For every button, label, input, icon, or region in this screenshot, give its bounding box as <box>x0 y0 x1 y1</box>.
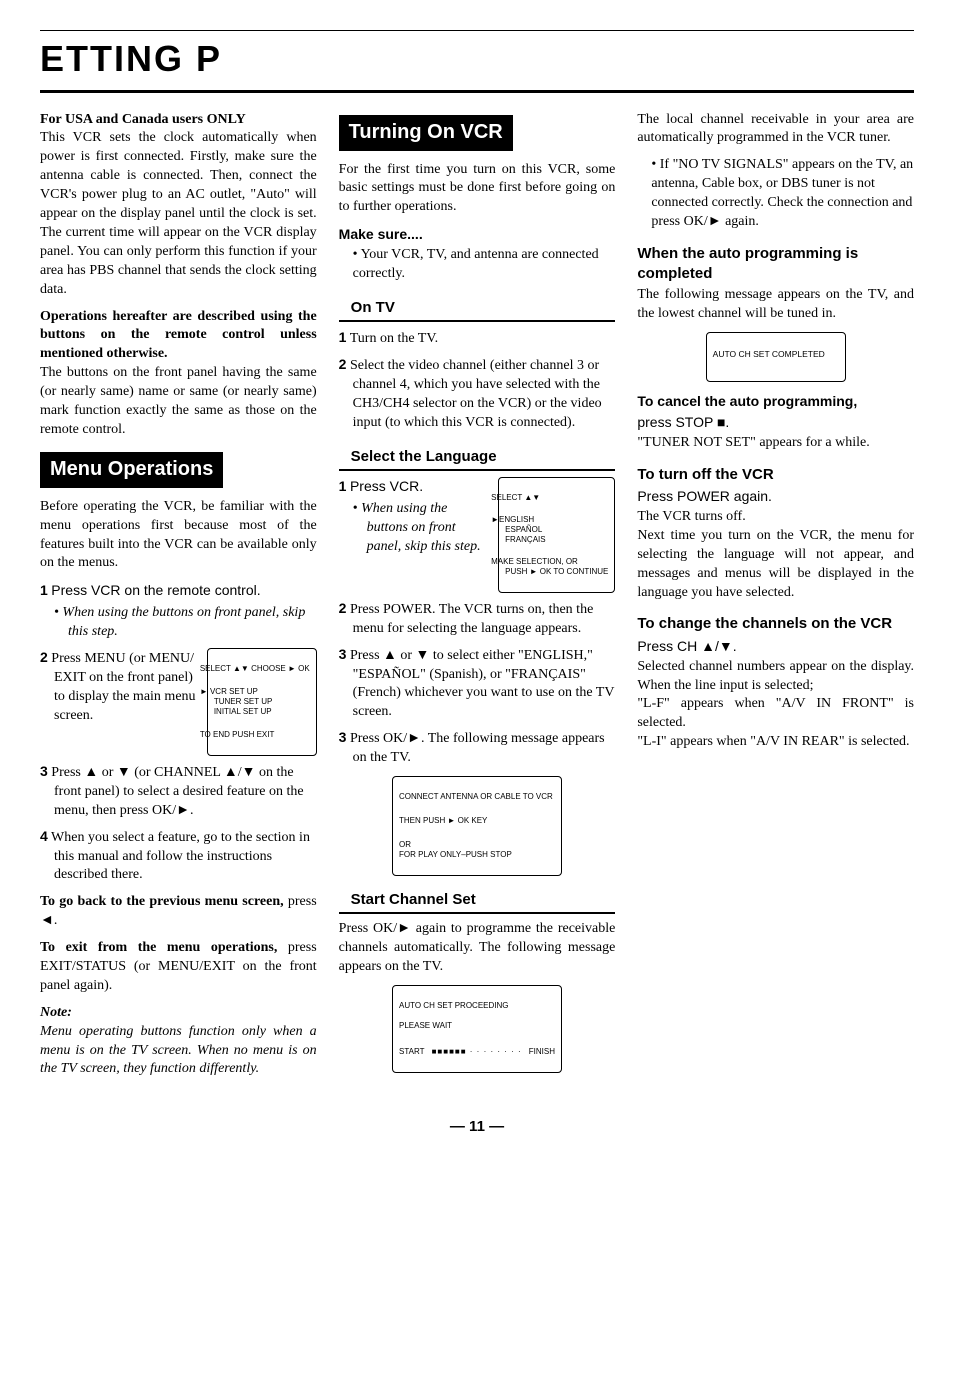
menu-step-2: 2 Press MENU (or MENU/ EXIT on the front… <box>40 648 317 756</box>
lang1-text: Press VCR. <box>350 478 423 494</box>
menu-step-4: 4 When you select a feature, go to the s… <box>40 827 317 886</box>
ontv-step-1: 1 Turn on the TV. <box>339 328 616 349</box>
page-title: ETTING P <box>40 30 914 93</box>
cancel-body1: press STOP ■. <box>637 414 729 430</box>
cancel-head: To cancel the auto programming, <box>637 393 857 409</box>
menu-step-1: 1 Press VCR on the remote control. When … <box>40 581 317 642</box>
menu-osd: SELECT ▲▼ CHOOSE ► OK ► VCR SET UP TUNER… <box>207 648 317 756</box>
off-head: To turn off the VCR <box>637 465 914 485</box>
language-osd: SELECT ▲▼ ►ENGLISH ESPAÑOL FRANÇAIS MAKE… <box>498 477 615 593</box>
step2-text: Press MENU (or MENU/ EXIT on the front p… <box>51 651 195 723</box>
on-tv-head: On TV <box>339 294 616 322</box>
menu-osd-body: ► VCR SET UP TUNER SET UP INITIAL SET UP <box>214 687 310 717</box>
make-sure-head: Make sure.... <box>339 225 616 244</box>
no-tv-signals: If "NO TV SIGNALS" appears on the TV, an… <box>651 156 914 232</box>
ops-body: The buttons on the front panel having th… <box>40 365 317 437</box>
columns: For USA and Canada users ONLY This VCR s… <box>40 111 914 1088</box>
start-channel-head: Start Channel Set <box>339 886 616 914</box>
select-language-head: Select the Language <box>339 443 616 471</box>
ch-l1: Press CH ▲/▼. <box>637 638 736 654</box>
note-head: Note: <box>40 1005 72 1020</box>
lang2-text: Press POWER. The VCR turns on, then the … <box>350 602 593 636</box>
ontv1-text: Turn on the TV. <box>350 331 438 346</box>
lang-osd-top: SELECT ▲▼ <box>505 493 608 503</box>
cancel-body2: "TUNER NOT SET" appears for a while. <box>637 435 869 450</box>
lang-osd-foot: MAKE SELECTION, OR PUSH ► OK TO CONTINUE <box>505 557 608 577</box>
lang-step-3a: 3 Press ▲ or ▼ to select either "ENGLISH… <box>339 645 616 723</box>
menu-step-3: 3 Press ▲ or ▼ (or CHANNEL ▲/▼ on the fr… <box>40 762 317 821</box>
usa-body: This VCR sets the clock automatically wh… <box>40 130 317 296</box>
ch-l3: "L-F" appears when "A/V IN FRONT" is sel… <box>637 696 914 730</box>
proc-bar: ■■■■■■ · · · · · · · · <box>424 1047 528 1057</box>
lang-steps: 1 Press VCR. When using the buttons on f… <box>339 477 616 768</box>
usa-heading: For USA and Canada users ONLY <box>40 112 246 127</box>
turning-on-heading: Turning On VCR <box>339 115 513 151</box>
page-number: — 11 — <box>40 1117 914 1137</box>
auto-done-head: When the auto programming is completed <box>637 244 914 285</box>
lang-step-3b: 3 Press OK/►. The following message appe… <box>339 728 616 768</box>
local-body: The local channel receivable in your are… <box>637 111 914 149</box>
ops-bold: Operations hereafter are described using… <box>40 309 317 362</box>
step4-text: When you select a feature, go to the sec… <box>51 830 310 883</box>
connect-osd-l1: CONNECT ANTENNA OR CABLE TO VCR <box>399 792 555 802</box>
connect-osd: CONNECT ANTENNA OR CABLE TO VCR THEN PUS… <box>392 776 562 876</box>
completed-osd: AUTO CH SET COMPLETED <box>706 332 846 382</box>
lang1-note: When using the buttons on front panel, s… <box>367 500 490 557</box>
proc-l1: AUTO CH SET PROCEEDING <box>399 1001 555 1011</box>
auto-done-body: The following message appears on the TV,… <box>637 286 914 324</box>
proc-l2: PLEASE WAIT <box>399 1021 555 1031</box>
ontv2-text: Select the video channel (either channel… <box>350 358 602 430</box>
proc-start: START <box>399 1047 424 1057</box>
completed-osd-text: AUTO CH SET COMPLETED <box>713 349 839 360</box>
step1-text: Press VCR on the remote control. <box>51 582 260 598</box>
lang-osd-body: ►ENGLISH ESPAÑOL FRANÇAIS <box>505 515 608 545</box>
menu-intro: Before operating the VCR, be familiar wi… <box>40 498 317 574</box>
column-left: For USA and Canada users ONLY This VCR s… <box>40 111 317 1088</box>
make-sure-item: Your VCR, TV, and antenna are connected … <box>353 246 616 284</box>
lang3a-text: Press ▲ or ▼ to select either "ENGLISH,"… <box>350 648 614 720</box>
column-right: The local channel receivable in your are… <box>637 111 914 1088</box>
menu-osd-foot: TO END PUSH EXIT <box>214 730 310 740</box>
connect-osd-l2: THEN PUSH ► OK KEY <box>399 816 555 826</box>
connect-osd-l3: OR FOR PLAY ONLY–PUSH STOP <box>399 840 555 860</box>
ch-l2: Selected channel numbers appear on the d… <box>637 659 914 693</box>
menu-operations-heading: Menu Operations <box>40 452 223 488</box>
ontv-step-2: 2 Select the video channel (either chann… <box>339 355 616 433</box>
ch-l4: "L-I" appears when "A/V IN REAR" is sele… <box>637 734 909 749</box>
column-middle: Turning On VCR For the first time you tu… <box>339 111 616 1088</box>
lang3b-text: Press OK/►. The following message appear… <box>350 731 605 765</box>
step1-note: When using the buttons on front panel, s… <box>68 604 317 642</box>
menu-exit-head: To exit from the menu operations, <box>40 940 277 955</box>
note-body: Menu operating buttons function only whe… <box>40 1024 317 1077</box>
change-ch-head: To change the channels on the VCR <box>637 614 914 634</box>
step3-text: Press ▲ or ▼ (or CHANNEL ▲/▼ on the fron… <box>51 765 303 818</box>
menu-steps: 1 Press VCR on the remote control. When … <box>40 581 317 885</box>
ontv-steps: 1 Turn on the TV. 2 Select the video cha… <box>339 328 616 432</box>
menu-back-head: To go back to the previous menu screen, <box>40 894 284 909</box>
off-l3: Next time you turn on the VCR, the menu … <box>637 528 914 600</box>
start-body: Press OK/► again to programme the receiv… <box>339 920 616 977</box>
turn-intro: For the first time you turn on this VCR,… <box>339 161 616 218</box>
menu-osd-top: SELECT ▲▼ CHOOSE ► OK <box>214 664 310 674</box>
lang-step-2: 2 Press POWER. The VCR turns on, then th… <box>339 599 616 639</box>
off-l1: Press POWER again. <box>637 488 772 504</box>
proceeding-osd: AUTO CH SET PROCEEDING PLEASE WAIT START… <box>392 985 562 1073</box>
off-l2: The VCR turns off. <box>637 509 745 524</box>
lang-step-1: 1 Press VCR. When using the buttons on f… <box>339 477 616 593</box>
proc-finish: FINISH <box>529 1047 555 1057</box>
